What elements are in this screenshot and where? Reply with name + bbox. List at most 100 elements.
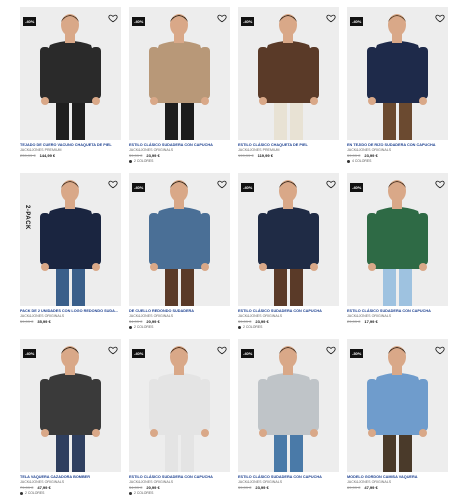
color-options[interactable]: 2 COLORES — [129, 491, 230, 496]
product-info: TELA VAQUERA CAZADORA BOMBER JACK&JONES O… — [20, 472, 121, 496]
product-card[interactable]: -40% DE CUELLO REDONDO SUDADERA JACK&JONES… — [129, 173, 230, 339]
product-card[interactable]: -40% ESTILO CLÁSICO SUDADERA CON CAPUCHA J… — [129, 7, 230, 173]
discount-badge: -40% — [132, 183, 146, 192]
product-photo — [367, 14, 428, 140]
color-options[interactable]: 2 COLORES — [20, 491, 121, 496]
heart-icon[interactable] — [435, 176, 445, 189]
heart-icon[interactable] — [108, 176, 118, 189]
color-swatch-icon — [129, 492, 132, 495]
color-swatch-icon — [238, 326, 241, 329]
discount-badge: -30% — [350, 349, 364, 358]
heart-icon[interactable] — [108, 342, 118, 355]
color-count: 2 COLORES — [134, 159, 154, 163]
sale-price: 47,99 € — [364, 485, 378, 490]
product-photo — [149, 180, 210, 306]
heart-icon[interactable] — [326, 10, 336, 23]
original-price: 34,99 € — [129, 319, 143, 324]
product-photo — [258, 14, 319, 140]
product-photo — [258, 180, 319, 306]
product-grid: -40% TEJADO DE CUERO VACUNO CHAQUETA DE P… — [20, 7, 450, 498]
product-image[interactable]: 2-PACK — [20, 173, 121, 306]
color-swatch-icon — [129, 160, 132, 163]
color-count: 2 COLORES — [25, 491, 45, 495]
discount-badge: -40% — [241, 17, 255, 26]
price-row: 29,99 €17,99 € — [347, 319, 448, 325]
product-card[interactable]: -40% ESTILO CLÁSICO SUDADERA CON CAPUCHA J… — [238, 339, 339, 498]
heart-icon[interactable] — [435, 10, 445, 23]
product-image[interactable]: -40% — [238, 339, 339, 472]
discount-badge: -40% — [23, 17, 37, 26]
product-image[interactable]: -40% — [129, 173, 230, 306]
sale-price: 35,99 € — [37, 319, 51, 324]
product-image[interactable]: -40% — [238, 7, 339, 140]
heart-icon[interactable] — [326, 176, 336, 189]
sale-price: 20,99 € — [146, 485, 160, 490]
color-swatch-icon — [347, 160, 350, 163]
color-options[interactable]: 2 COLORES — [238, 325, 339, 330]
product-image[interactable]: -40% — [347, 173, 448, 306]
price-row: 69,99 €47,99 € — [347, 485, 448, 491]
product-info: ESTILO CLÁSICO SUDADERA CON CAPUCHA JACK&… — [129, 472, 230, 496]
product-card[interactable]: 2-PACK PACK DE 2 UNIDADES CON LOGO REDOND… — [20, 173, 121, 339]
product-photo — [40, 346, 101, 472]
heart-icon[interactable] — [435, 342, 445, 355]
product-image[interactable]: -40% — [129, 339, 230, 472]
color-count: 2 COLORES — [243, 325, 263, 329]
product-info: ESTILO CLÁSICO SUDADERA CON CAPUCHA JACK&… — [129, 140, 230, 164]
pack-label: 2-PACK — [24, 205, 30, 230]
sale-price: 119,99 € — [257, 153, 273, 158]
color-options[interactable]: 4 COLORES — [347, 159, 448, 164]
product-photo — [40, 14, 101, 140]
discount-badge: -40% — [350, 17, 364, 26]
discount-badge: -40% — [241, 349, 255, 358]
heart-icon[interactable] — [217, 176, 227, 189]
original-price: 239,99 € — [20, 153, 36, 158]
product-card[interactable]: -40% EN TEJIDO DE RIZO SUDADERA CON CAPUC… — [347, 7, 448, 173]
product-info: ESTILO CLÁSICO SUDADERA CON CAPUCHA JACK&… — [238, 472, 339, 491]
discount-badge: -40% — [132, 349, 146, 358]
original-price: 69,99 € — [347, 485, 361, 490]
product-card[interactable]: -30% MODELO GORDON CAMISA VAQUERA JACK&JON… — [347, 339, 448, 498]
original-price: 79,99 € — [20, 485, 34, 490]
product-image[interactable]: -40% — [20, 339, 121, 472]
sale-price: 23,99 € — [146, 153, 160, 158]
product-image[interactable]: -30% — [347, 339, 448, 472]
product-image[interactable]: -40% — [129, 7, 230, 140]
price-row: 39,99 €23,99 € — [238, 485, 339, 491]
discount-badge: -40% — [350, 183, 364, 192]
sale-price: 17,99 € — [364, 319, 378, 324]
discount-badge: -40% — [132, 17, 146, 26]
product-info: EN TEJIDO DE RIZO SUDADERA CON CAPUCHA JA… — [347, 140, 448, 164]
heart-icon[interactable] — [217, 342, 227, 355]
product-info: MODELO GORDON CAMISA VAQUERA JACK&JONES O… — [347, 472, 448, 491]
discount-badge: -40% — [23, 349, 37, 358]
product-image[interactable]: -40% — [238, 173, 339, 306]
product-photo — [149, 346, 210, 472]
price-row: 239,99 €144,99 € — [20, 153, 121, 159]
color-options[interactable]: 2 COLORES — [129, 325, 230, 330]
product-image[interactable]: -40% — [20, 7, 121, 140]
sale-price: 23,99 € — [255, 319, 269, 324]
discount-badge: -40% — [241, 183, 255, 192]
product-image[interactable]: -40% — [347, 7, 448, 140]
product-card[interactable]: -40% ESTILO CLÁSICO SUDADERA CON CAPUCHA J… — [129, 339, 230, 498]
product-card[interactable]: -40% TEJADO DE CUERO VACUNO CHAQUETA DE P… — [20, 7, 121, 173]
product-info: TEJADO DE CUERO VACUNO CHAQUETA DE PIEL J… — [20, 140, 121, 159]
product-card[interactable]: -40% TELA VAQUERA CAZADORA BOMBER JACK&JON… — [20, 339, 121, 498]
heart-icon[interactable] — [326, 342, 336, 355]
heart-icon[interactable] — [217, 10, 227, 23]
original-price: 34,99 € — [129, 485, 143, 490]
color-swatch-icon — [129, 326, 132, 329]
product-info: DE CUELLO REDONDO SUDADERA JACK&JONES ORI… — [129, 306, 230, 330]
original-price: 199,99 € — [238, 153, 254, 158]
product-card[interactable]: -40% ESTILO CLÁSICO CHAQUETA DE PIEL JACK&… — [238, 7, 339, 173]
original-price: 39,99 € — [238, 319, 252, 324]
heart-icon[interactable] — [108, 10, 118, 23]
product-photo — [367, 180, 428, 306]
product-card[interactable]: -40% ESTILO CLÁSICO SUDADERA CON CAPUCHA J… — [347, 173, 448, 339]
color-options[interactable]: 2 COLORES — [129, 159, 230, 164]
sale-price: 47,99 € — [37, 485, 51, 490]
price-row: 59,99 €35,99 € — [20, 319, 121, 325]
sale-price: 23,99 € — [255, 485, 269, 490]
product-card[interactable]: -40% ESTILO CLÁSICO SUDADERA CON CAPUCHA J… — [238, 173, 339, 339]
